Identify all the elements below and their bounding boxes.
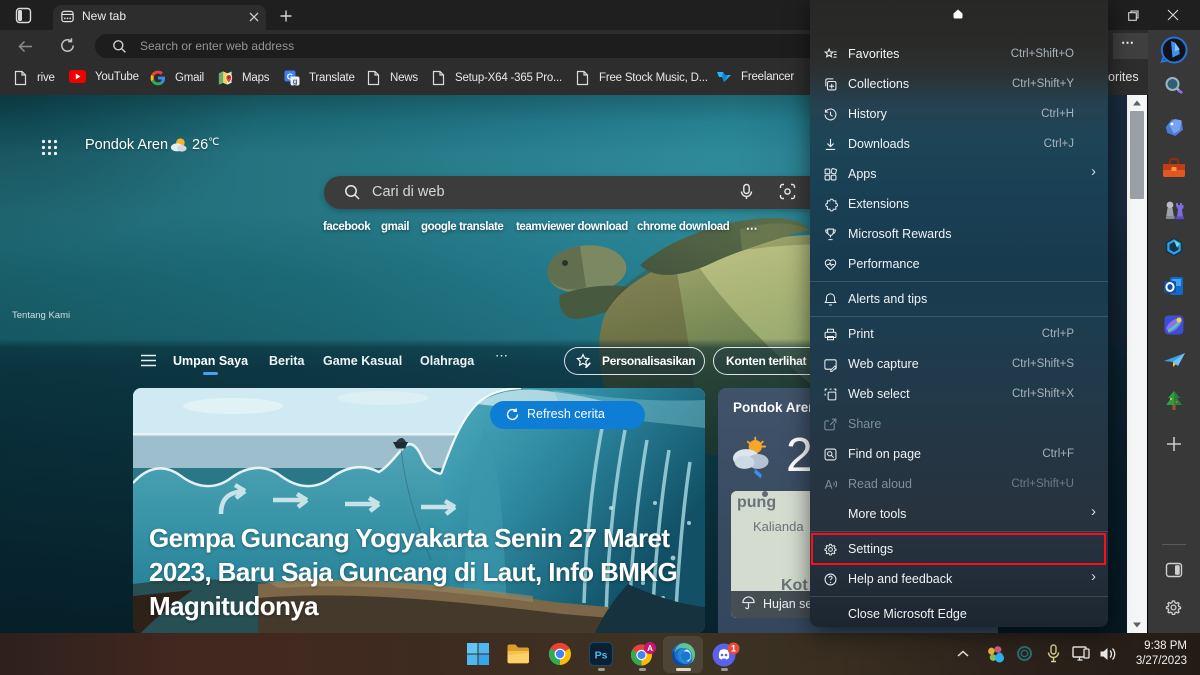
svg-text:A: A [647, 644, 653, 653]
svg-text:g: g [293, 77, 298, 86]
svg-text:Kalianda: Kalianda [753, 519, 804, 534]
svg-text:Ps: Ps [595, 650, 608, 662]
svg-text:pung: pung [737, 494, 776, 511]
svg-text:1: 1 [731, 644, 736, 654]
